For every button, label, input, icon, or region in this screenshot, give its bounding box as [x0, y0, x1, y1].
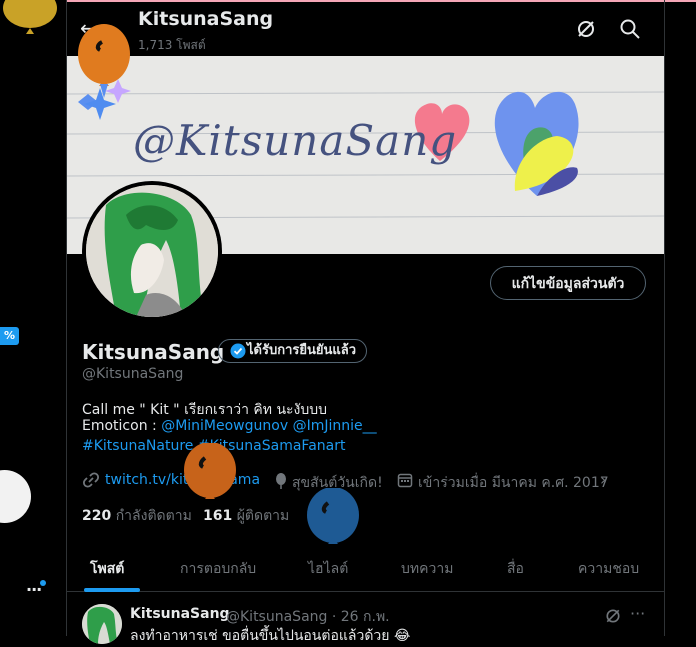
profile-tabs [67, 540, 664, 592]
following-label: กำลังติดตาม [115, 508, 192, 524]
header-title: KitsunaSang [138, 8, 274, 30]
following-count[interactable]: 220 กำลังติดตาม [82, 505, 192, 527]
tab-media[interactable]: สื่อ [507, 558, 524, 580]
post-author-name[interactable]: KitsunaSang [130, 606, 230, 622]
sidebar-more-icon[interactable]: ··· [26, 580, 42, 599]
more-icon[interactable]: ··· [630, 604, 645, 623]
tab-replies[interactable]: การตอบกลับ [180, 558, 256, 580]
balloon-birthday-icon [273, 472, 289, 494]
link-icon [82, 471, 100, 493]
followers-label: ผู้ติดตาม [236, 508, 290, 524]
post-text[interactable]: ลงทำอาหารเช่ ขอตื่นขึ้นไปนอนต่อแล้วด้วย … [130, 625, 410, 647]
header-post-count: 1,713 โพสต์ [138, 38, 206, 52]
profile-name: KitsunaSang [82, 340, 225, 364]
mention-link[interactable]: @ImJinnie__ [293, 418, 377, 434]
tab-highlights[interactable]: ไฮไลต์ [308, 558, 348, 580]
verified-badge-icon [230, 343, 246, 363]
tab-likes[interactable]: ความชอบ [578, 558, 639, 580]
notification-dot [40, 580, 46, 586]
balloon-decoration-icon [307, 488, 359, 544]
profile-avatar-image [86, 185, 218, 317]
search-icon[interactable] [619, 18, 641, 44]
percent-badge[interactable]: % [0, 327, 19, 345]
bio-line: Emoticon : @MiniMeowgunov @ImJinnie__ [82, 418, 377, 434]
grok-icon[interactable] [575, 18, 597, 44]
column-border-right [664, 0, 665, 636]
balloon-decoration-icon [184, 443, 236, 499]
profile-handle: @KitsunaSang [82, 366, 184, 382]
left-sidebar [0, 0, 66, 636]
tab-articles[interactable]: บทความ [401, 558, 453, 580]
mention-link[interactable]: @MiniMeowgunov [161, 418, 288, 434]
edit-profile-button[interactable]: แก้ไขข้อมูลส่วนตัว [490, 266, 646, 300]
balloon-decoration-icon [3, 0, 57, 34]
post-author-avatar[interactable] [82, 604, 122, 644]
grok-icon[interactable] [604, 607, 622, 629]
balloon-decoration-icon [78, 24, 131, 120]
hashtag-link[interactable]: #KitsunaNature [82, 438, 193, 454]
banner-watermark: @KitsunaSang [133, 116, 458, 165]
chevron-right-icon[interactable]: › [600, 470, 606, 489]
following-number: 220 [82, 508, 112, 524]
bio-text: Emoticon : [82, 418, 162, 434]
active-tab-indicator [84, 588, 140, 592]
profile-joined-date: เข้าร่วมเมื่อ มีนาคม ค.ศ. 2017 [418, 475, 609, 491]
calendar-icon [397, 472, 413, 492]
tab-posts[interactable]: โพสต์ [90, 558, 124, 580]
